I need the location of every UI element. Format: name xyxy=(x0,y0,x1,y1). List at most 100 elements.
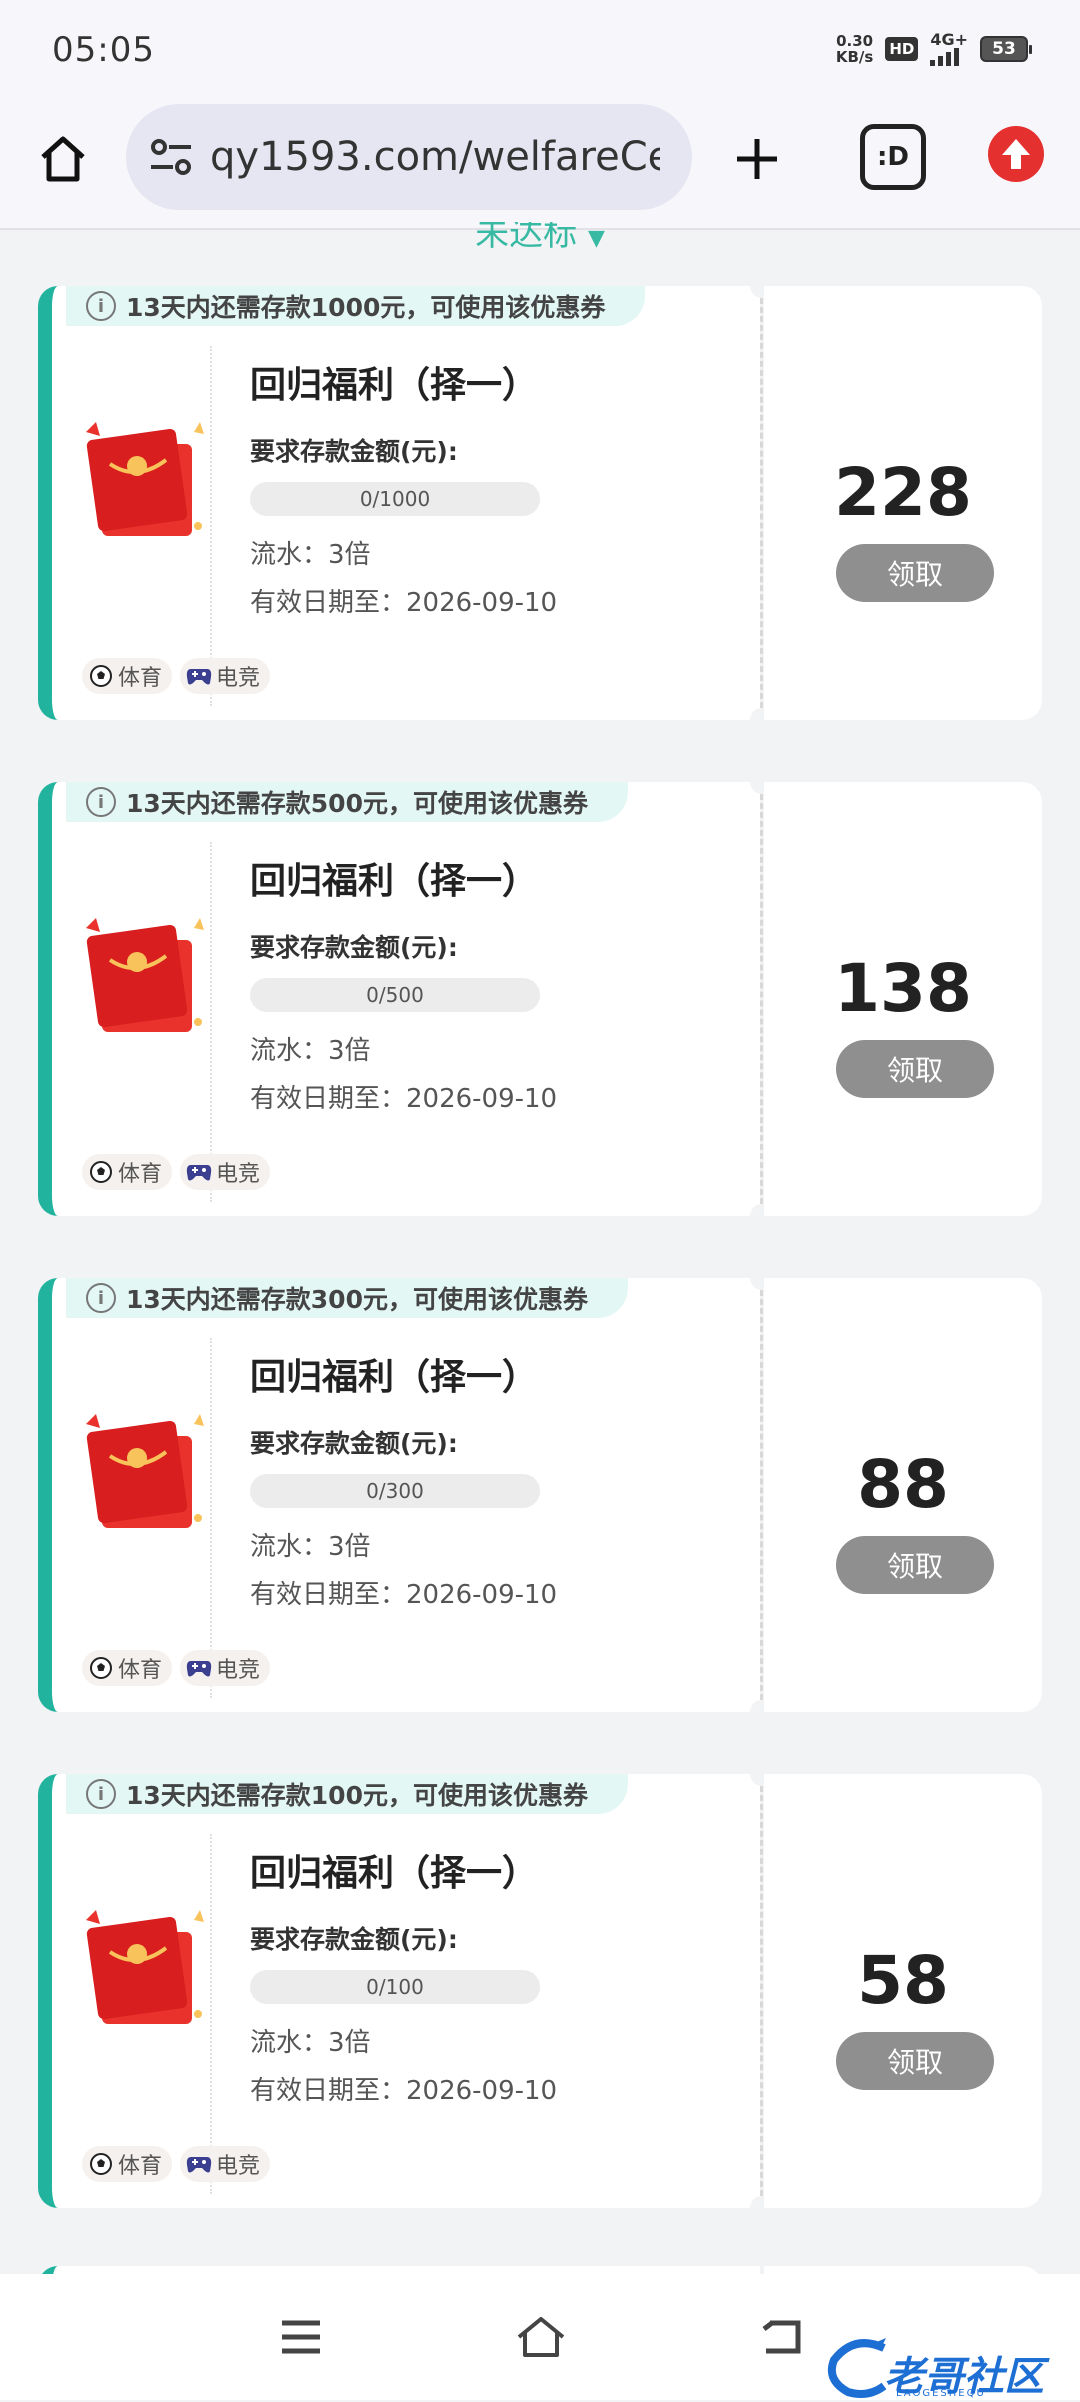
coupon-details: i 13天内还需存款100元，可使用该优惠券 回归福利（择一） 要求存款金额(元… xyxy=(38,1774,760,2208)
expiry-text: 有效日期至：2026-09-10 xyxy=(250,588,558,618)
progress-text: 0/1000 xyxy=(359,487,431,511)
back-button[interactable] xyxy=(748,2304,814,2370)
coupon-title: 回归福利（择一） xyxy=(250,861,539,902)
tabs-label: :D xyxy=(877,142,909,172)
tabs-button[interactable]: :D xyxy=(860,124,926,190)
filter-label: 未达标 xyxy=(475,222,578,254)
turnover-text: 流水：3倍 xyxy=(250,1036,371,1066)
deposit-progress-bar: 0/500 xyxy=(250,978,540,1012)
deposit-progress-bar: 0/300 xyxy=(250,1474,540,1508)
battery-icon: 53 xyxy=(980,36,1032,62)
turnover-text: 流水：3倍 xyxy=(250,2028,371,2058)
coupon-amount: 58 xyxy=(857,1942,949,2019)
coupon-title: 回归福利（择一） xyxy=(250,1357,539,1398)
soccer-ball-icon xyxy=(88,1655,114,1681)
hd-badge: HD xyxy=(885,37,919,61)
browser-home-button[interactable] xyxy=(30,126,96,192)
notice-text: 13天内还需存款1000元，可使用该优惠券 xyxy=(126,293,606,322)
notice-text: 13天内还需存款300元，可使用该优惠券 xyxy=(126,1285,588,1314)
menu-button[interactable] xyxy=(268,2304,334,2370)
deposit-requirement-label: 要求存款金额(元): xyxy=(250,933,458,962)
coupon-claim-panel: 228 领取 xyxy=(764,286,1042,720)
coupon-card: i 13天内还需存款500元，可使用该优惠券 回归福利（择一） 要求存款金额(元… xyxy=(38,770,1042,1228)
coupon-card: i 13天内还需存款1000元，可使用该优惠券 回归福利（择一） 要求存款金额(… xyxy=(38,274,1042,732)
tag-label: 体育 xyxy=(118,2154,163,2179)
tag-label: 体育 xyxy=(118,666,163,691)
tag-sports: 体育 xyxy=(82,1154,173,1190)
watermark-subtext: LAOGESHEQU xyxy=(896,2388,986,2399)
deposit-requirement-label: 要求存款金额(元): xyxy=(250,1429,458,1458)
expiry-text: 有效日期至：2026-09-10 xyxy=(250,2076,558,2106)
upload-button[interactable] xyxy=(988,126,1044,182)
soccer-ball-icon xyxy=(88,663,114,689)
coupon-claim-panel: 58 领取 xyxy=(764,1774,1042,2208)
status-bar: 05:05 0.30 KB/s HD 4G+ 53 xyxy=(0,0,1080,100)
expiry-text: 有效日期至：2026-09-10 xyxy=(250,1580,558,1610)
coupon-details: i 13天内还需存款300元，可使用该优惠券 回归福利（择一） 要求存款金额(元… xyxy=(38,1278,760,1712)
progress-text: 0/500 xyxy=(366,983,424,1007)
filter-dropdown[interactable]: 未达标 ▼ xyxy=(0,222,1080,254)
site-settings-icon[interactable] xyxy=(146,132,196,182)
red-envelope-icon xyxy=(86,918,204,1032)
coupon-amount: 138 xyxy=(834,950,972,1027)
game-tags: 体育 电竞 xyxy=(82,1154,271,1190)
coupon-details: i 13天内还需存款1000元，可使用该优惠券 回归福利（择一） 要求存款金额(… xyxy=(38,286,760,720)
soccer-ball-icon xyxy=(88,2151,114,2177)
coupon-notice: i 13天内还需存款300元，可使用该优惠券 xyxy=(66,1278,628,1318)
new-tab-button[interactable] xyxy=(724,126,790,192)
red-envelope-icon xyxy=(86,1414,204,1528)
tag-esports: 电竞 xyxy=(180,2146,271,2182)
tag-sports: 体育 xyxy=(82,1650,173,1686)
deposit-progress-bar: 0/1000 xyxy=(250,482,540,516)
gamepad-icon xyxy=(186,1655,212,1681)
tag-label: 电竞 xyxy=(216,2154,261,2179)
net-speed: 0.30 KB/s xyxy=(836,33,873,65)
claim-button[interactable]: 领取 xyxy=(836,1536,994,1594)
progress-text: 0/100 xyxy=(366,1975,424,1999)
notice-text: 13天内还需存款500元，可使用该优惠券 xyxy=(126,789,588,818)
tag-sports: 体育 xyxy=(82,2146,173,2182)
coupon-claim-panel: 138 领取 xyxy=(764,782,1042,1216)
gamepad-icon xyxy=(186,663,212,689)
info-icon: i xyxy=(86,787,116,817)
soccer-ball-icon xyxy=(88,1159,114,1185)
system-home-button[interactable] xyxy=(508,2304,574,2370)
tag-label: 体育 xyxy=(118,1658,163,1683)
progress-text: 0/300 xyxy=(366,1479,424,1503)
status-indicators: 0.30 KB/s HD 4G+ 53 xyxy=(836,32,1032,66)
tag-sports: 体育 xyxy=(82,658,173,694)
turnover-text: 流水：3倍 xyxy=(250,540,371,570)
address-bar[interactable]: qy1593.com/welfareCenter xyxy=(126,104,692,210)
caret-down-icon: ▼ xyxy=(587,226,605,251)
gamepad-icon xyxy=(186,2151,212,2177)
menu-icon xyxy=(282,2320,320,2354)
watermark-logo: 老哥社区 LAOGESHEQU xyxy=(824,2334,1064,2400)
url-text[interactable]: qy1593.com/welfareCenter xyxy=(210,134,660,180)
deposit-requirement-label: 要求存款金额(元): xyxy=(250,1925,458,1954)
tag-esports: 电竞 xyxy=(180,1154,271,1190)
coupon-card: i 13天内还需存款300元，可使用该优惠券 回归福利（择一） 要求存款金额(元… xyxy=(38,1266,1042,1724)
gamepad-icon xyxy=(186,1159,212,1185)
browser-toolbar: qy1593.com/welfareCenter :D xyxy=(0,100,1080,230)
home-icon xyxy=(41,136,85,182)
net-speed-value: 0.30 xyxy=(836,32,874,50)
coupon-title: 回归福利（择一） xyxy=(250,1853,539,1894)
coupon-amount: 88 xyxy=(857,1446,949,1523)
notice-text: 13天内还需存款100元，可使用该优惠券 xyxy=(126,1781,588,1810)
tag-label: 体育 xyxy=(118,1162,163,1187)
claim-button[interactable]: 领取 xyxy=(836,544,994,602)
coupon-claim-panel: 88 领取 xyxy=(764,1278,1042,1712)
info-icon: i xyxy=(86,291,116,321)
turnover-text: 流水：3倍 xyxy=(250,1532,371,1562)
claim-button[interactable]: 领取 xyxy=(836,2032,994,2090)
tag-label: 电竞 xyxy=(216,1658,261,1683)
red-envelope-icon xyxy=(86,422,204,536)
deposit-requirement-label: 要求存款金额(元): xyxy=(250,437,458,466)
game-tags: 体育 电竞 xyxy=(82,2146,271,2182)
expiry-text: 有效日期至：2026-09-10 xyxy=(250,1084,558,1114)
tag-label: 电竞 xyxy=(216,1162,261,1187)
tag-esports: 电竞 xyxy=(180,658,271,694)
claim-button[interactable]: 领取 xyxy=(836,1040,994,1098)
back-icon xyxy=(762,2320,801,2354)
status-time: 05:05 xyxy=(52,30,155,70)
